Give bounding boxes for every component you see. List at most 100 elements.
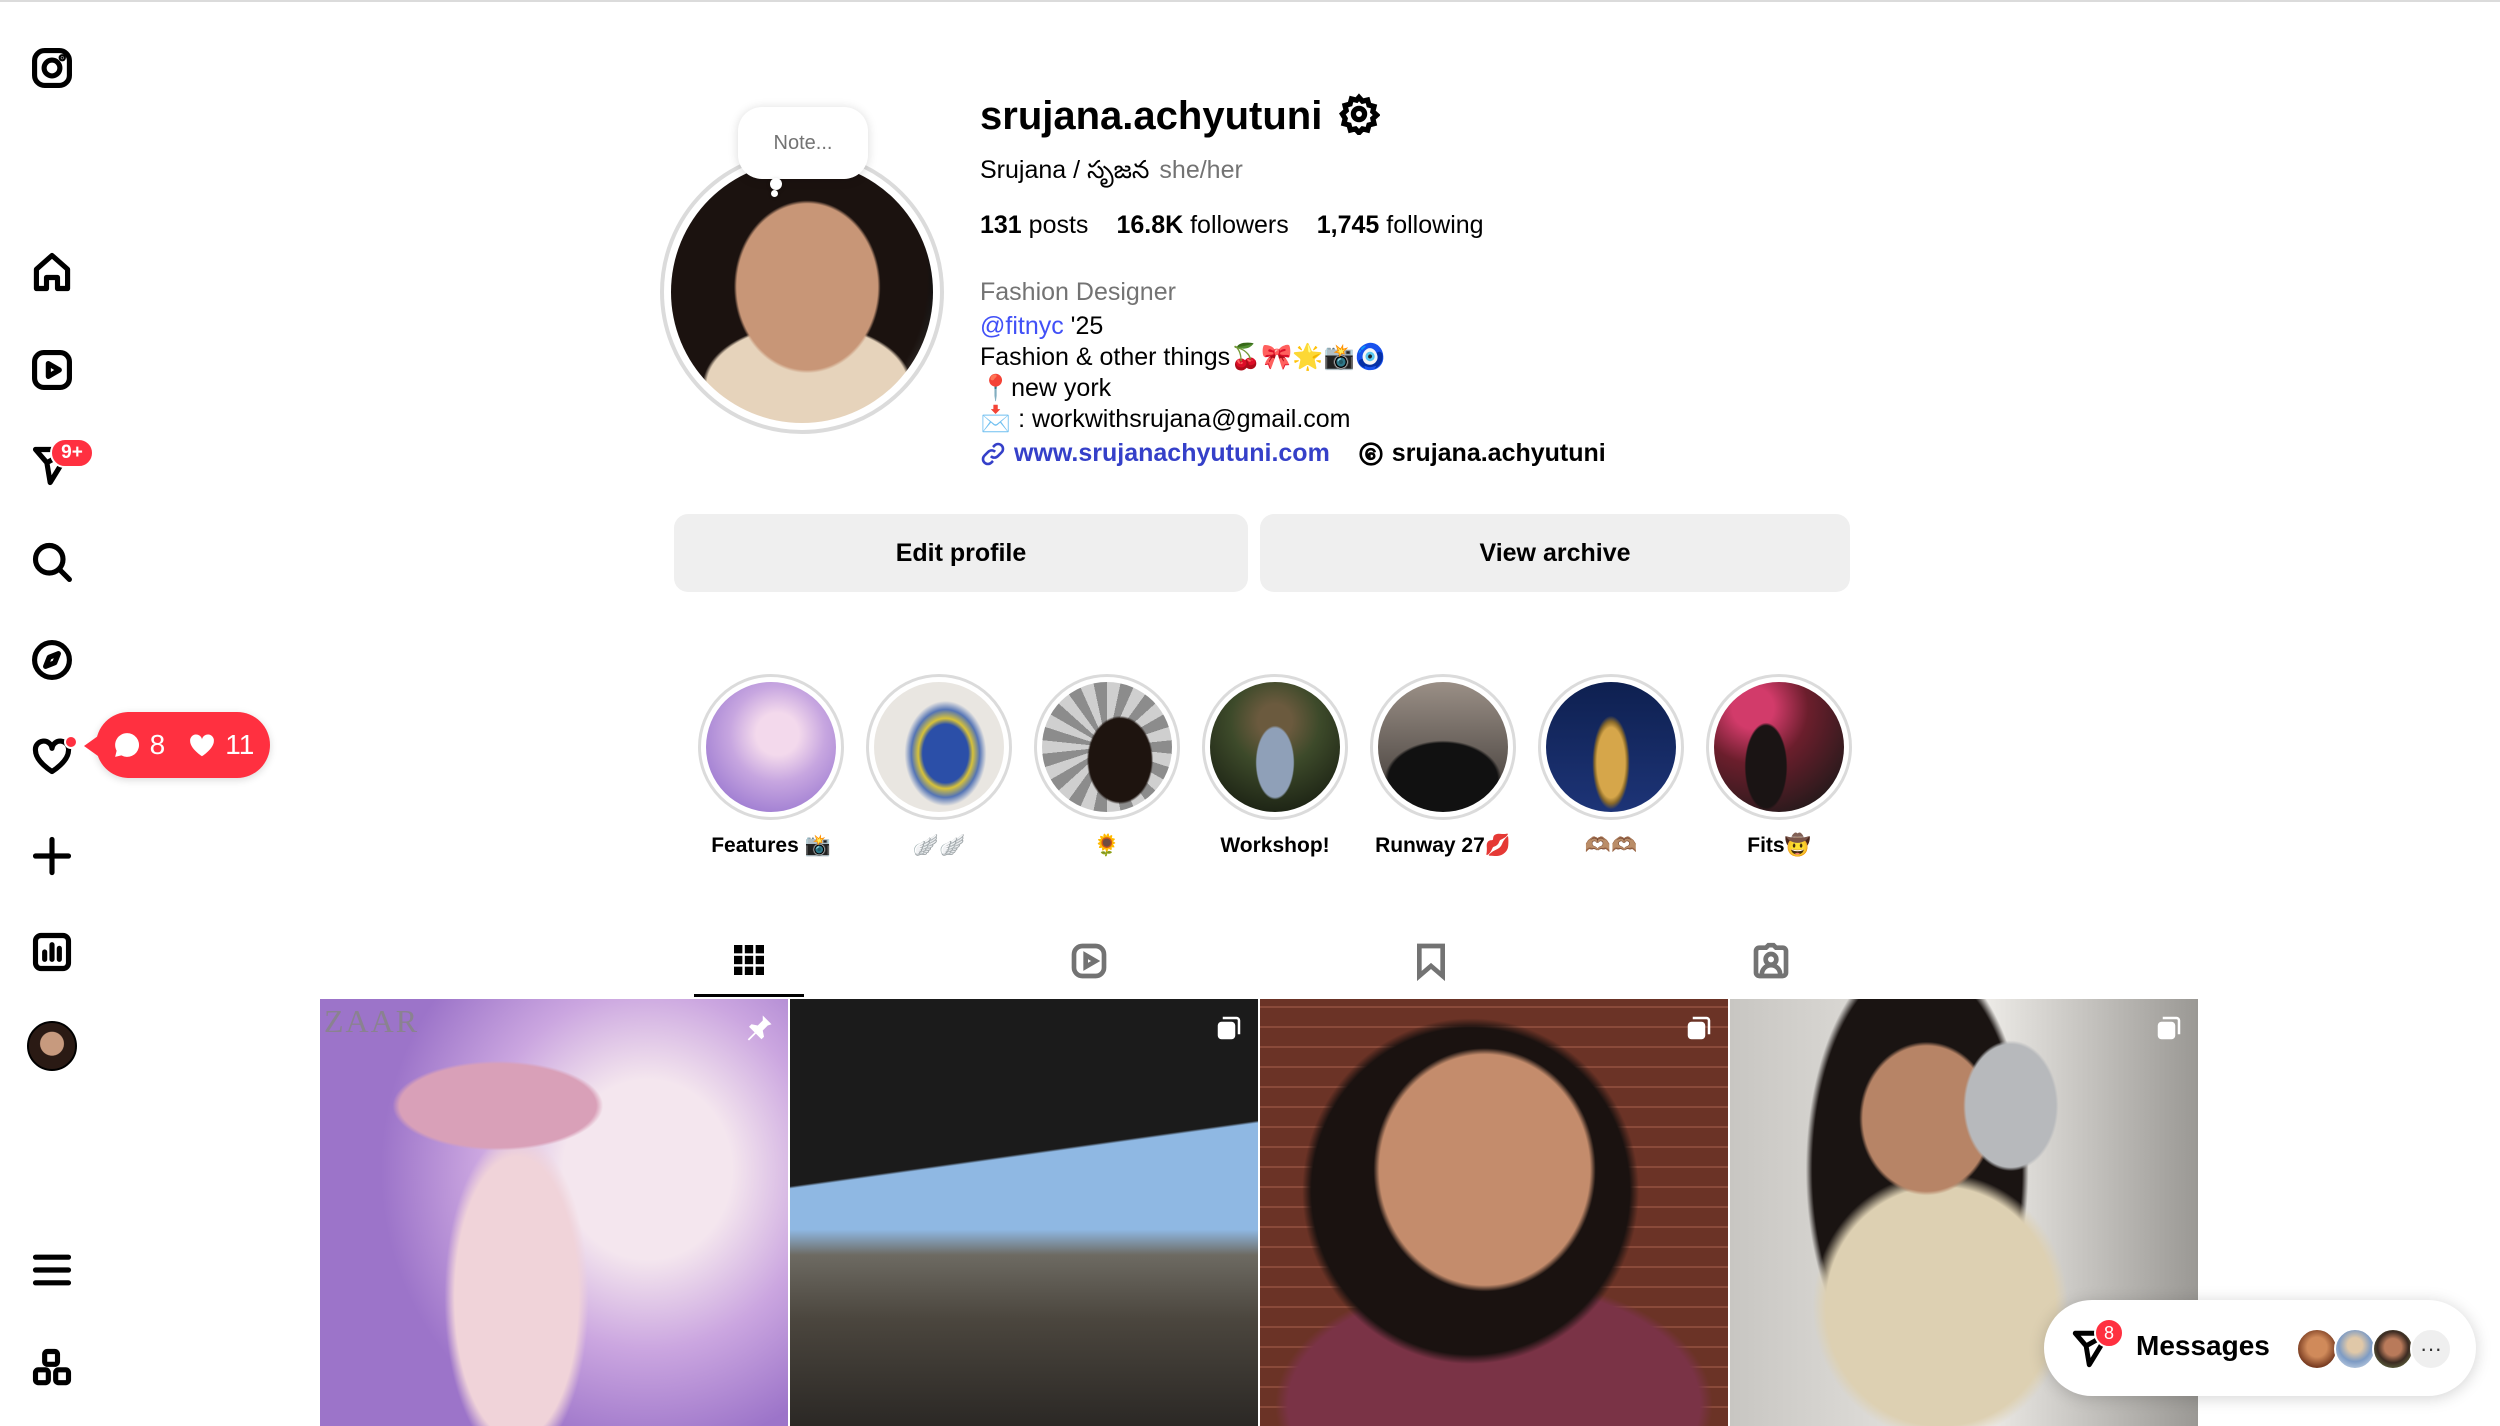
highlight-features[interactable]: Features 📸	[696, 674, 846, 874]
highlight-label: Runway 27💋	[1375, 834, 1511, 857]
highlight-runway[interactable]: Runway 27💋	[1368, 674, 1518, 874]
highlight-workshop[interactable]: Workshop!	[1200, 674, 1350, 874]
posts-stat: 131 posts	[980, 211, 1088, 240]
highlight-label: Workshop!	[1220, 834, 1330, 857]
highlight-ring	[1034, 674, 1180, 820]
sidebar-nav: 9+ 8 11	[0, 0, 270, 1426]
view-archive-button[interactable]: View archive	[1260, 514, 1850, 592]
settings-gear-icon[interactable]	[1338, 92, 1381, 140]
note-tail-small	[771, 190, 778, 197]
bookmark-icon	[1417, 943, 1445, 981]
highlight-cover	[706, 682, 836, 812]
highlight-cover	[1378, 682, 1508, 812]
threads-link[interactable]: srujana.achyutuni	[1358, 439, 1606, 468]
profile-photo	[671, 161, 933, 423]
name-row: Srujana / సృజన she/her	[980, 156, 1880, 191]
note-bubble[interactable]: Note...	[738, 107, 868, 179]
explore-icon[interactable]	[22, 630, 82, 690]
bio-line-3: 📍new york	[980, 374, 1112, 402]
post-portrait-brick[interactable]	[1260, 999, 1728, 1426]
highlight-cover	[1714, 682, 1844, 812]
tab-reels[interactable]	[1034, 925, 1144, 997]
highlight-cover	[1546, 682, 1676, 812]
highlight-sunflower[interactable]: 🌻	[1032, 674, 1182, 874]
avatar	[2334, 1328, 2376, 1370]
home-icon[interactable]	[22, 242, 82, 302]
create-icon[interactable]	[22, 826, 82, 886]
apps-icon[interactable]	[22, 1338, 82, 1398]
tab-posts[interactable]	[694, 925, 804, 997]
following-stat[interactable]: 1,745 following	[1317, 211, 1484, 240]
edit-profile-button[interactable]: Edit profile	[674, 514, 1248, 592]
followers-label: followers	[1190, 211, 1289, 239]
highlight-label: 🌻	[1093, 834, 1121, 857]
profile-avatar[interactable]	[27, 1021, 77, 1071]
threads-handle: srujana.achyutuni	[1391, 439, 1606, 467]
website-link[interactable]: www.srujanachyutuni.com	[980, 439, 1330, 468]
highlight-cover	[1210, 682, 1340, 812]
highlight-ring	[1538, 674, 1684, 820]
messages-label: Messages	[2136, 1330, 2270, 1361]
highlight-ring	[698, 674, 844, 820]
website-url: www.srujanachyutuni.com	[1014, 439, 1330, 467]
post-pinned[interactable]: ZAAR	[320, 999, 788, 1426]
links-row: www.srujanachyutuni.com srujana.achyutun…	[980, 439, 1880, 468]
bio-line-2: Fashion & other things🍒🎀🌟📸🧿	[980, 343, 1386, 371]
comment-icon	[114, 733, 139, 757]
highlight-fits[interactable]: Fits🤠	[1704, 674, 1854, 874]
heart-icon	[190, 734, 215, 757]
messages-unread-badge: 8	[2094, 1318, 2124, 1348]
highlight-ring	[1706, 674, 1852, 820]
highlight-ring	[866, 674, 1012, 820]
profile-info: srujana.achyutuni Srujana / సృజన she/her…	[980, 88, 1880, 468]
username-row: srujana.achyutuni	[980, 88, 1880, 144]
reels-icon[interactable]	[22, 340, 82, 400]
post-car-photo[interactable]	[790, 999, 1258, 1426]
notification-dot	[64, 735, 78, 749]
like-count-value: 11	[225, 729, 255, 760]
highlight-wings[interactable]: 🪽🪽	[864, 674, 1014, 874]
posts-label: posts	[1028, 211, 1089, 239]
menu-icon[interactable]	[22, 1240, 82, 1300]
avatar	[2372, 1328, 2414, 1370]
highlight-ring	[1202, 674, 1348, 820]
followers-count: 16.8K	[1116, 211, 1184, 239]
top-border	[0, 0, 2500, 2]
search-icon[interactable]	[22, 532, 82, 592]
grid-icon	[734, 944, 764, 975]
following-count: 1,745	[1316, 211, 1380, 239]
avatar	[2296, 1328, 2338, 1370]
bio-line-4: 📩 : workwithsrujana@gmail.com	[980, 405, 1351, 433]
tagged-icon	[1753, 942, 1789, 979]
bio-mention-link[interactable]: @fitnyc	[980, 312, 1064, 340]
highlight-label: 🪽🪽	[912, 834, 966, 857]
reels-icon	[1071, 943, 1107, 979]
carousel-icon	[2154, 1013, 2184, 1043]
carousel-icon	[1214, 1013, 1244, 1043]
highlight-label: 🫶🏽🫶🏽	[1584, 834, 1638, 857]
messages-badge: 9+	[50, 438, 94, 468]
highlight-hearts[interactable]: 🫶🏽🫶🏽	[1536, 674, 1686, 874]
messages-bar[interactable]: 8 Messages ···	[2044, 1300, 2476, 1396]
pin-icon	[744, 1013, 774, 1043]
pronouns: she/her	[1159, 156, 1243, 184]
followers-stat[interactable]: 16.8K followers	[1116, 211, 1288, 240]
tab-saved[interactable]	[1376, 925, 1486, 997]
comment-count-value: 8	[149, 729, 166, 760]
following-label: following	[1386, 211, 1484, 239]
notification-popup[interactable]: 8 11	[84, 712, 270, 778]
carousel-icon	[1684, 1013, 1714, 1043]
posts-count: 131	[980, 211, 1022, 239]
dashboard-icon[interactable]	[22, 922, 82, 982]
bio-mention-suffix: '25	[1063, 312, 1104, 340]
highlight-label: Features 📸	[711, 834, 831, 857]
highlight-label: Fits🤠	[1747, 834, 1811, 857]
highlight-cover	[874, 682, 1004, 812]
bio-line-1: @fitnyc '25	[980, 311, 1880, 342]
username: srujana.achyutuni	[980, 93, 1323, 138]
tab-tagged[interactable]	[1716, 925, 1826, 997]
profile-picture[interactable]	[660, 150, 944, 434]
highlight-ring	[1370, 674, 1516, 820]
instagram-logo-icon[interactable]	[22, 38, 82, 98]
note-tail	[770, 178, 782, 190]
